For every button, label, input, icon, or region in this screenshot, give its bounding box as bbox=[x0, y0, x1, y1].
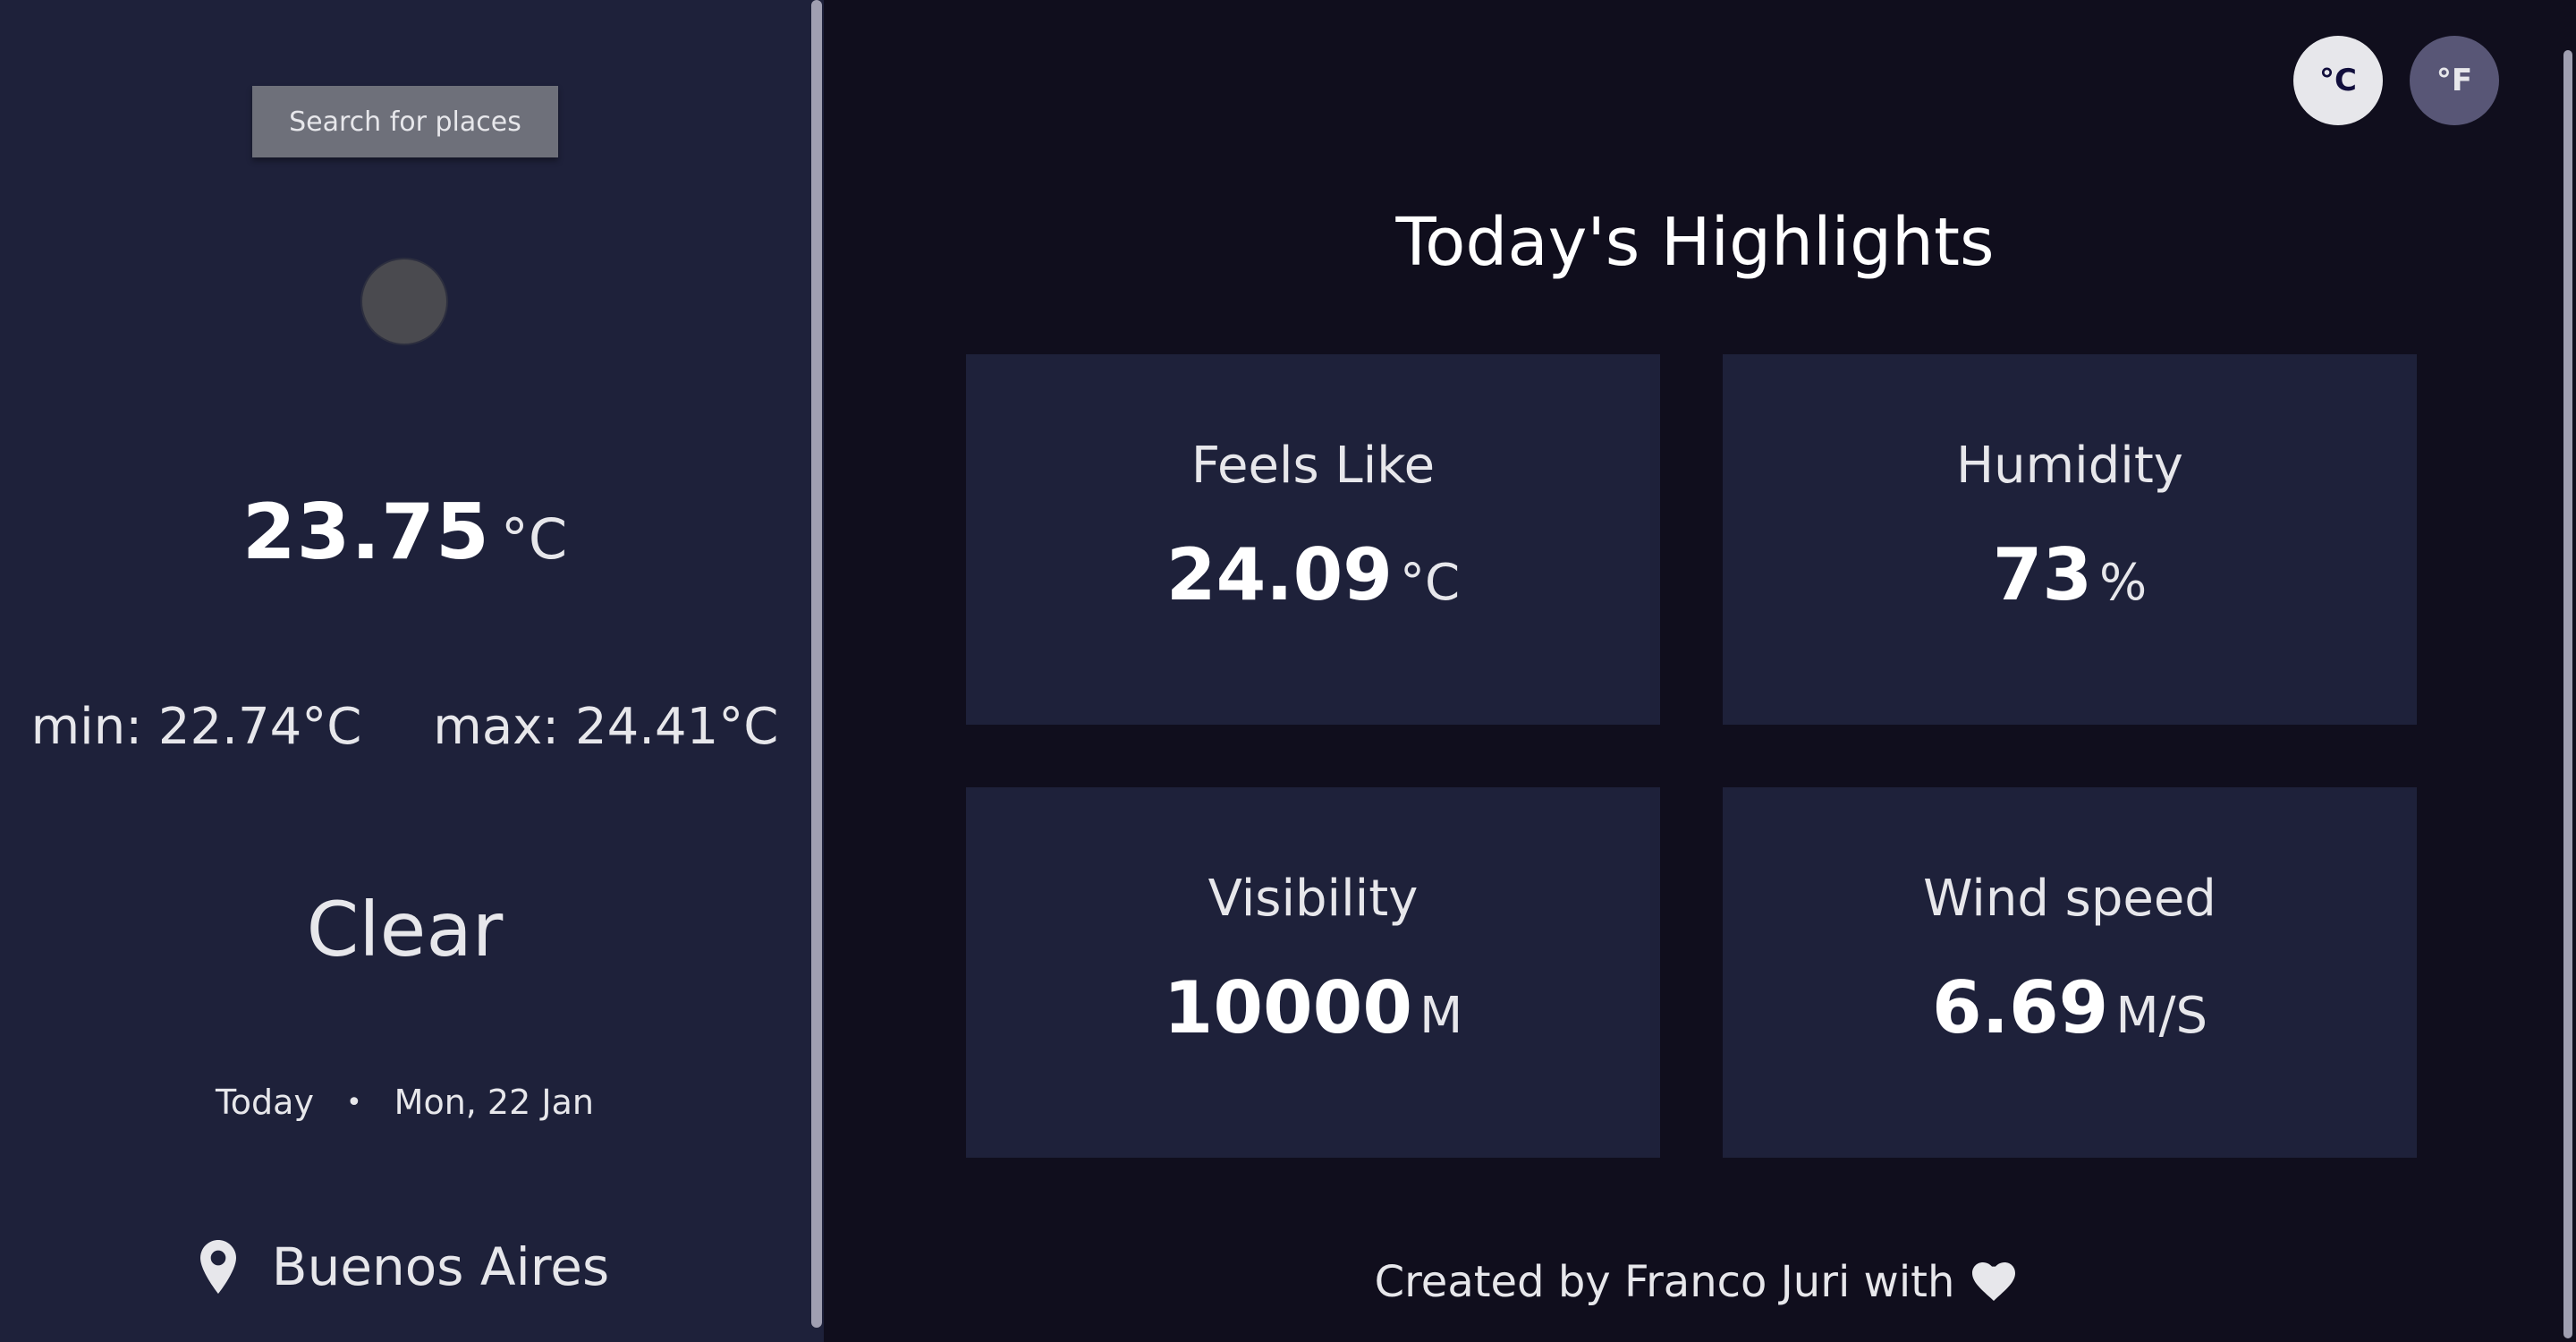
card-title: Visibility bbox=[1208, 870, 1419, 928]
card-unit: M/S bbox=[2115, 987, 2208, 1045]
search-places-button[interactable]: Search for places bbox=[252, 86, 558, 157]
card-number: 24.09 bbox=[1165, 533, 1393, 616]
max-temperature: max: 24.41°C bbox=[433, 698, 779, 756]
feels-like-card: Feels Like 24.09 °C bbox=[966, 354, 1660, 725]
fahrenheit-button[interactable]: °F bbox=[2410, 36, 2499, 125]
card-number: 73 bbox=[1992, 533, 2093, 616]
current-temperature: 23.75 °C bbox=[0, 488, 809, 577]
card-value: 10000 M bbox=[966, 966, 1660, 1049]
card-value: 73% bbox=[1723, 533, 2417, 616]
card-unit: °C bbox=[1399, 554, 1461, 612]
date-label: Mon, 22 Jan bbox=[394, 1083, 594, 1122]
date-separator: • bbox=[345, 1086, 362, 1118]
sidebar-scrollbar[interactable] bbox=[809, 0, 824, 1342]
weather-icon bbox=[360, 258, 448, 345]
footer: Created by Franco Juri with bbox=[824, 1257, 2566, 1307]
map-pin-icon bbox=[199, 1240, 236, 1294]
visibility-card: Visibility 10000 M bbox=[966, 787, 1660, 1158]
humidity-card: Humidity 73% bbox=[1723, 354, 2417, 725]
heart-icon bbox=[1972, 1262, 2016, 1301]
current-temperature-unit: °C bbox=[500, 506, 568, 572]
card-title: Wind speed bbox=[1923, 870, 2216, 928]
location: Buenos Aires bbox=[0, 1236, 809, 1297]
page-scrollbar-thumb[interactable] bbox=[2563, 50, 2572, 1338]
footer-text: Created by Franco Juri with bbox=[1374, 1257, 1955, 1307]
page-scrollbar[interactable] bbox=[2560, 0, 2576, 1342]
today-label: Today bbox=[216, 1083, 314, 1122]
sidebar: Search for places 23.75 °C min: 22.74°C m… bbox=[0, 0, 809, 1342]
card-title: Humidity bbox=[1956, 437, 2183, 495]
card-unit: M bbox=[1419, 987, 1463, 1045]
wind-speed-card: Wind speed 6.69 M/S bbox=[1723, 787, 2417, 1158]
sidebar-scrollbar-thumb[interactable] bbox=[811, 0, 822, 1328]
card-title: Feels Like bbox=[1191, 437, 1436, 495]
card-unit: % bbox=[2099, 554, 2148, 612]
date-row: Today • Mon, 22 Jan bbox=[0, 1083, 809, 1122]
card-number: 10000 bbox=[1163, 966, 1412, 1049]
min-max-temperature: min: 22.74°C max: 24.41°C bbox=[0, 698, 809, 756]
highlights-title: Today's Highlights bbox=[1395, 204, 1995, 281]
celsius-button[interactable]: °C bbox=[2293, 36, 2383, 125]
min-temperature: min: 22.74°C bbox=[30, 698, 362, 756]
location-name: Buenos Aires bbox=[271, 1236, 610, 1297]
current-temperature-value: 23.75 bbox=[242, 488, 490, 577]
weather-condition: Clear bbox=[306, 886, 504, 973]
card-number: 6.69 bbox=[1931, 966, 2109, 1049]
card-value: 6.69 M/S bbox=[1723, 966, 2417, 1049]
card-value: 24.09 °C bbox=[966, 533, 1660, 616]
